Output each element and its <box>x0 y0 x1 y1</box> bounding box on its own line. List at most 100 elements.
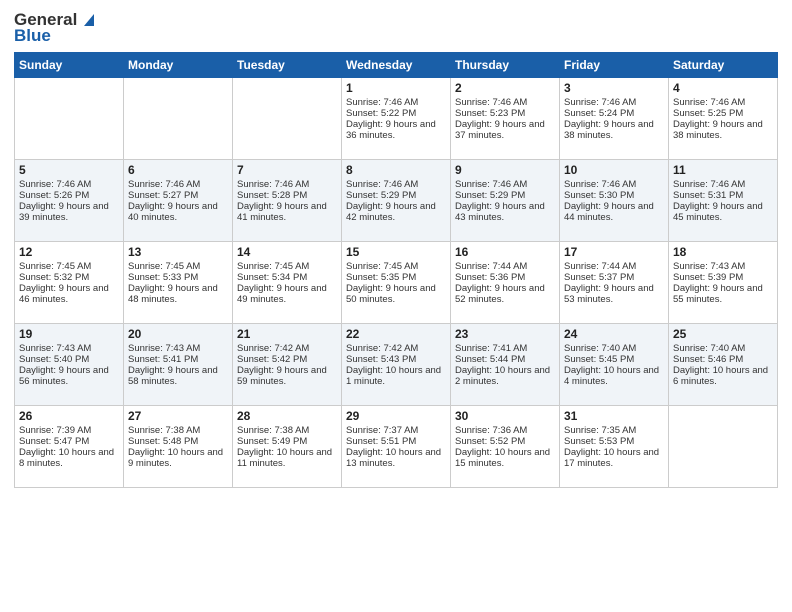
cell-content-line: Daylight: 10 hours and 11 minutes. <box>237 447 337 469</box>
cell-content-line: Sunrise: 7:46 AM <box>346 179 446 190</box>
calendar-cell: 19Sunrise: 7:43 AMSunset: 5:40 PMDayligh… <box>15 324 124 406</box>
calendar-week-row: 26Sunrise: 7:39 AMSunset: 5:47 PMDayligh… <box>15 406 778 488</box>
cell-content-line: Sunset: 5:36 PM <box>455 272 555 283</box>
day-number: 11 <box>673 163 773 177</box>
cell-content-line: Sunset: 5:51 PM <box>346 436 446 447</box>
cell-content-line: Sunset: 5:32 PM <box>19 272 119 283</box>
calendar-cell: 16Sunrise: 7:44 AMSunset: 5:36 PMDayligh… <box>451 242 560 324</box>
cell-content-line: Daylight: 9 hours and 43 minutes. <box>455 201 555 223</box>
cell-content-line: Sunset: 5:53 PM <box>564 436 664 447</box>
day-number: 24 <box>564 327 664 341</box>
col-header-tuesday: Tuesday <box>233 53 342 78</box>
cell-content-line: Sunrise: 7:39 AM <box>19 425 119 436</box>
cell-content-line: Sunrise: 7:38 AM <box>237 425 337 436</box>
cell-content-line: Sunrise: 7:43 AM <box>673 261 773 272</box>
cell-content-line: Sunset: 5:35 PM <box>346 272 446 283</box>
calendar-cell: 21Sunrise: 7:42 AMSunset: 5:42 PMDayligh… <box>233 324 342 406</box>
cell-content-line: Sunset: 5:49 PM <box>237 436 337 447</box>
cell-content-line: Sunset: 5:22 PM <box>346 108 446 119</box>
day-number: 9 <box>455 163 555 177</box>
cell-content-line: Sunrise: 7:37 AM <box>346 425 446 436</box>
cell-content-line: Sunset: 5:37 PM <box>564 272 664 283</box>
cell-content-line: Daylight: 9 hours and 53 minutes. <box>564 283 664 305</box>
calendar-cell: 26Sunrise: 7:39 AMSunset: 5:47 PMDayligh… <box>15 406 124 488</box>
cell-content-line: Sunset: 5:33 PM <box>128 272 228 283</box>
cell-content-line: Sunset: 5:29 PM <box>346 190 446 201</box>
calendar-cell: 13 Sunrise: 7:45 AMSunset: 5:33 PMDayligh… <box>124 242 233 324</box>
cell-content-line: Daylight: 9 hours and 38 minutes. <box>564 119 664 141</box>
day-number: 5 <box>19 163 119 177</box>
cell-content-line: Sunrise: 7:35 AM <box>564 425 664 436</box>
cell-content-line: Daylight: 9 hours and 49 minutes. <box>237 283 337 305</box>
cell-content-line: Daylight: 9 hours and 55 minutes. <box>673 283 773 305</box>
day-number: 13 <box>128 245 228 259</box>
day-number: 22 <box>346 327 446 341</box>
cell-content-line: Sunrise: 7:46 AM <box>19 179 119 190</box>
cell-content-line: Daylight: 10 hours and 2 minutes. <box>455 365 555 387</box>
col-header-monday: Monday <box>124 53 233 78</box>
cell-content-line: Sunset: 5:52 PM <box>455 436 555 447</box>
calendar-cell <box>233 78 342 160</box>
day-number: 17 <box>564 245 664 259</box>
calendar-cell: 20Sunrise: 7:43 AMSunset: 5:41 PMDayligh… <box>124 324 233 406</box>
day-number: 20 <box>128 327 228 341</box>
cell-content-line: Daylight: 9 hours and 52 minutes. <box>455 283 555 305</box>
calendar-cell: 10Sunrise: 7:46 AMSunset: 5:30 PMDayligh… <box>560 160 669 242</box>
cell-content-line: Daylight: 9 hours and 41 minutes. <box>237 201 337 223</box>
calendar-cell: 15Sunrise: 7:45 AMSunset: 5:35 PMDayligh… <box>342 242 451 324</box>
cell-content-line: Sunrise: 7:46 AM <box>673 179 773 190</box>
cell-content-line: Sunrise: 7:46 AM <box>455 97 555 108</box>
calendar-cell: 23Sunrise: 7:41 AMSunset: 5:44 PMDayligh… <box>451 324 560 406</box>
cell-content-line: Sunrise: 7:46 AM <box>128 179 228 190</box>
cell-content-line: Sunrise: 7:46 AM <box>346 97 446 108</box>
cell-content-line: Sunrise: 7:40 AM <box>564 343 664 354</box>
cell-content-line: Daylight: 10 hours and 17 minutes. <box>564 447 664 469</box>
col-header-friday: Friday <box>560 53 669 78</box>
cell-content-line: Sunrise: 7:42 AM <box>346 343 446 354</box>
day-number: 18 <box>673 245 773 259</box>
cell-content-line: Sunset: 5:39 PM <box>673 272 773 283</box>
calendar-cell: 14 Sunrise: 7:45 AMSunset: 5:34 PMDayligh… <box>233 242 342 324</box>
cell-content-line: Sunset: 5:24 PM <box>564 108 664 119</box>
day-number: 7 <box>237 163 337 177</box>
cell-content-line: Sunset: 5:23 PM <box>455 108 555 119</box>
day-number: 6 <box>128 163 228 177</box>
cell-content-line: Sunrise: 7:45 AM <box>237 261 337 272</box>
cell-content-line: Sunrise: 7:36 AM <box>455 425 555 436</box>
cell-content-line: Sunrise: 7:44 AM <box>455 261 555 272</box>
cell-content-line: Daylight: 10 hours and 8 minutes. <box>19 447 119 469</box>
cell-content-line: Sunrise: 7:38 AM <box>128 425 228 436</box>
cell-content-line: Sunset: 5:43 PM <box>346 354 446 365</box>
day-number: 29 <box>346 409 446 423</box>
calendar-cell: 27Sunrise: 7:38 AMSunset: 5:48 PMDayligh… <box>124 406 233 488</box>
col-header-thursday: Thursday <box>451 53 560 78</box>
calendar-cell: 12Sunrise: 7:45 AMSunset: 5:32 PMDayligh… <box>15 242 124 324</box>
cell-content-line: Daylight: 9 hours and 58 minutes. <box>128 365 228 387</box>
calendar-cell: 4Sunrise: 7:46 AMSunset: 5:25 PMDaylight… <box>669 78 778 160</box>
calendar-week-row: 12 Sunrise: 7:45 AM Sunset: 5:32 PM Dayligh… <box>15 242 778 324</box>
logo-blue-text: Blue <box>14 26 51 46</box>
cell-content-line: Sunrise: 7:46 AM <box>237 179 337 190</box>
cell-content-line: Daylight: 9 hours and 48 minutes. <box>128 283 228 305</box>
day-number: 27 <box>128 409 228 423</box>
day-number: 14 <box>237 245 337 259</box>
cell-content-line: Sunset: 5:46 PM <box>673 354 773 365</box>
calendar-cell: 9Sunrise: 7:46 AMSunset: 5:29 PMDaylight… <box>451 160 560 242</box>
calendar-cell: 25Sunrise: 7:40 AMSunset: 5:46 PMDayligh… <box>669 324 778 406</box>
day-number: 19 <box>19 327 119 341</box>
calendar-cell <box>124 78 233 160</box>
cell-content-line: Sunset: 5:34 PM <box>237 272 337 283</box>
day-number: 1 <box>346 81 446 95</box>
cell-content-line: Sunrise: 7:42 AM <box>237 343 337 354</box>
col-header-sunday: Sunday <box>15 53 124 78</box>
calendar-cell: 22Sunrise: 7:42 AMSunset: 5:43 PMDayligh… <box>342 324 451 406</box>
day-number: 12 <box>19 245 119 259</box>
cell-content-line: Sunrise: 7:45 AM <box>128 261 228 272</box>
day-number: 3 <box>564 81 664 95</box>
cell-content-line: Daylight: 9 hours and 50 minutes. <box>346 283 446 305</box>
calendar-cell: 5Sunrise: 7:46 AMSunset: 5:26 PMDaylight… <box>15 160 124 242</box>
day-number: 28 <box>237 409 337 423</box>
calendar-cell: 29Sunrise: 7:37 AMSunset: 5:51 PMDayligh… <box>342 406 451 488</box>
cell-content-line: Sunrise: 7:43 AM <box>128 343 228 354</box>
cell-content-line: Daylight: 9 hours and 56 minutes. <box>19 365 119 387</box>
